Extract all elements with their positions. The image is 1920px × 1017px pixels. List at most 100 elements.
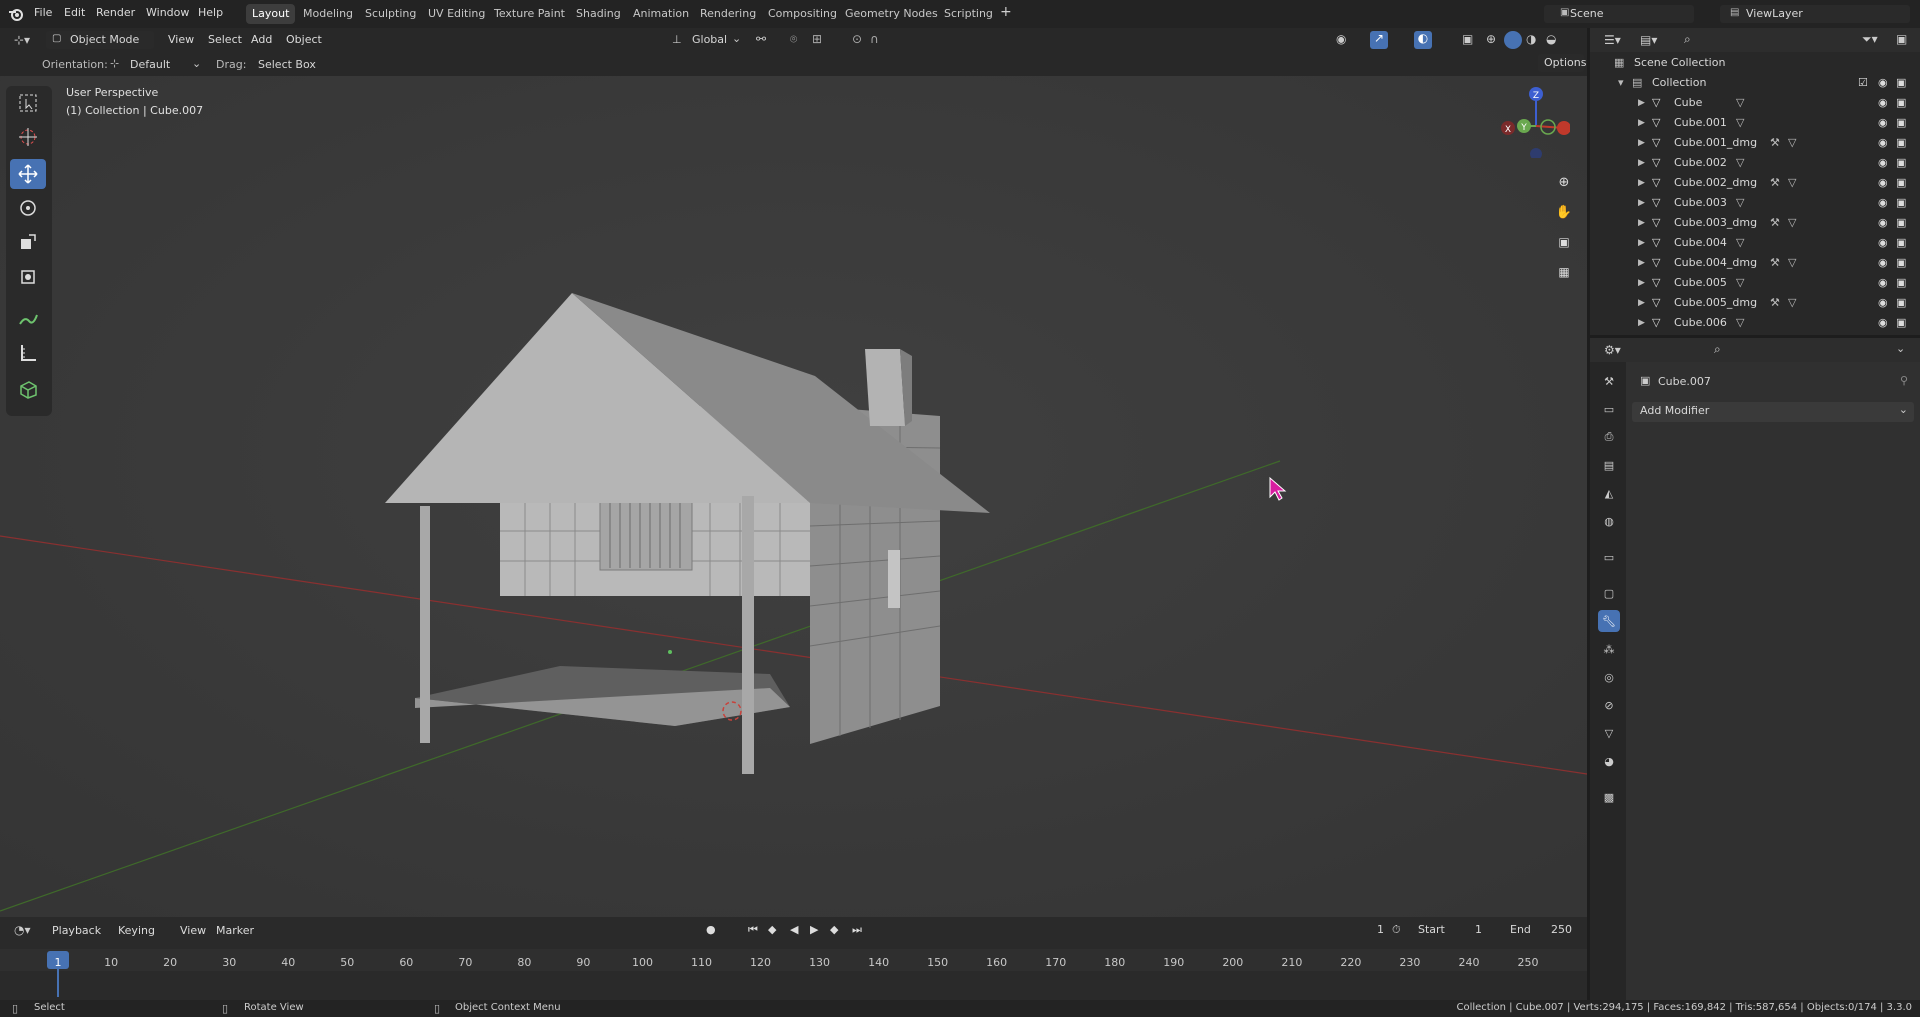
next-keyframe-icon[interactable]: ◆ bbox=[830, 923, 838, 936]
tab-layout[interactable]: Layout bbox=[246, 4, 296, 24]
mesh-data-icon[interactable]: ▽ bbox=[1736, 316, 1744, 329]
tab-modeling[interactable]: Modeling bbox=[297, 4, 359, 24]
tab-uv-editing[interactable]: UV Editing bbox=[422, 4, 491, 24]
outliner-object-row[interactable]: ▶ ▽ Cube.004 ▽ ◉ ▣ bbox=[1590, 233, 1920, 253]
modifier-wrench-icon[interactable]: ⚒ bbox=[1770, 256, 1780, 269]
expand-arrow-icon[interactable]: ▶ bbox=[1638, 298, 1645, 308]
outliner-editor-icon[interactable]: ☰▾ bbox=[1604, 33, 1621, 47]
expand-arrow-icon[interactable]: ▶ bbox=[1638, 158, 1645, 168]
tab-shading[interactable]: Shading bbox=[570, 4, 627, 24]
outliner-object-row[interactable]: ▶ ▽ Cube.001_dmg ⚒ ▽ ◉ ▣ bbox=[1590, 133, 1920, 153]
add-cube-tool[interactable] bbox=[10, 374, 46, 404]
tab-render[interactable]: ▭ bbox=[1598, 398, 1620, 420]
mode-selector[interactable]: Object Mode bbox=[46, 31, 154, 49]
cursor-tool[interactable] bbox=[10, 122, 46, 152]
tab-compositing[interactable]: Compositing bbox=[762, 4, 843, 24]
render-camera-icon[interactable]: ▣ bbox=[1896, 156, 1906, 169]
xray-icon[interactable]: ▣ bbox=[1462, 32, 1473, 46]
rendered-shading-icon[interactable]: ◒ bbox=[1546, 32, 1556, 46]
select-box-tool[interactable] bbox=[10, 88, 46, 118]
stopwatch-icon[interactable]: ⏱ bbox=[1392, 923, 1401, 937]
mesh-data-icon[interactable]: ▽ bbox=[1788, 296, 1796, 309]
expand-arrow-icon[interactable]: ▶ bbox=[1638, 238, 1645, 248]
pivot-icon[interactable]: ⚯ bbox=[756, 32, 766, 46]
filter-icon[interactable]: ⏷▾ bbox=[1862, 32, 1878, 47]
annotate-tool[interactable] bbox=[10, 304, 46, 334]
eye-icon[interactable]: ◉ bbox=[1878, 156, 1888, 169]
vp-menu-object[interactable]: Object bbox=[286, 33, 322, 46]
material-shading-icon[interactable]: ◑ bbox=[1526, 32, 1536, 46]
eye-icon[interactable]: ◉ bbox=[1878, 236, 1888, 249]
menu-file[interactable]: File bbox=[34, 6, 52, 19]
outliner-collection[interactable]: ▾ ▤ Collection ☑ ◉ ▣ bbox=[1590, 73, 1920, 93]
render-camera-icon[interactable]: ▣ bbox=[1896, 216, 1906, 229]
menu-help[interactable]: Help bbox=[198, 6, 223, 19]
chevron-down-icon[interactable]: ⌄ bbox=[732, 32, 741, 45]
transform-space[interactable]: Global bbox=[692, 33, 727, 46]
jump-start-icon[interactable]: ⏮ bbox=[748, 923, 758, 937]
transform-tool[interactable] bbox=[10, 262, 46, 292]
mesh-data-icon[interactable]: ▽ bbox=[1788, 176, 1796, 189]
rotate-tool[interactable] bbox=[10, 193, 46, 223]
prev-keyframe-icon[interactable]: ◆ bbox=[768, 923, 776, 936]
expand-arrow-icon[interactable]: ▶ bbox=[1638, 278, 1645, 288]
end-frame-field[interactable]: End 250 bbox=[1504, 921, 1578, 939]
outliner-object-row[interactable]: ▶ ▽ Cube ▽ ◉ ▣ bbox=[1590, 93, 1920, 113]
falloff-icon[interactable]: ∩ bbox=[870, 32, 879, 46]
add-workspace-icon[interactable]: + bbox=[1000, 4, 1012, 20]
render-camera-icon[interactable]: ▣ bbox=[1896, 96, 1906, 109]
mesh-data-icon[interactable]: ▽ bbox=[1736, 276, 1744, 289]
drag-value[interactable]: Select Box bbox=[258, 58, 316, 71]
move-tool[interactable] bbox=[10, 159, 46, 189]
tab-material[interactable]: ◕ bbox=[1598, 750, 1620, 772]
tab-view-layer[interactable]: ▤ bbox=[1598, 454, 1620, 476]
timeline-menu-view[interactable]: View bbox=[180, 924, 206, 937]
camera-view-button[interactable]: ▣ bbox=[1552, 230, 1576, 254]
eye-icon[interactable]: ◉ bbox=[1878, 176, 1888, 189]
menu-render[interactable]: Render bbox=[96, 6, 135, 19]
play-reverse-icon[interactable]: ◀ bbox=[790, 923, 798, 936]
pan-button[interactable]: ✋ bbox=[1552, 200, 1576, 224]
outliner-object-row[interactable]: ▶ ▽ Cube.003_dmg ⚒ ▽ ◉ ▣ bbox=[1590, 213, 1920, 233]
tab-scripting[interactable]: Scripting bbox=[938, 4, 999, 24]
eye-icon[interactable]: ◉ bbox=[1878, 216, 1888, 229]
tab-output[interactable]: ⎙ bbox=[1598, 426, 1620, 448]
menu-edit[interactable]: Edit bbox=[64, 6, 85, 19]
ortho-toggle-button[interactable]: ▦ bbox=[1552, 260, 1576, 284]
vp-menu-add[interactable]: Add bbox=[251, 33, 272, 46]
mesh-data-icon[interactable]: ▽ bbox=[1736, 196, 1744, 209]
orientation-value[interactable]: Default bbox=[130, 58, 170, 71]
search-icon[interactable]: ⌕ bbox=[1714, 342, 1721, 357]
modifier-wrench-icon[interactable]: ⚒ bbox=[1770, 176, 1780, 189]
chevron-down-icon[interactable]: ⌄ bbox=[192, 57, 201, 70]
tab-sculpting[interactable]: Sculpting bbox=[359, 4, 422, 24]
solid-shading-icon[interactable] bbox=[1504, 31, 1522, 49]
navigation-gizmo[interactable]: Z Y X bbox=[1498, 86, 1570, 158]
eye-icon[interactable]: ◉ bbox=[1878, 96, 1888, 109]
play-icon[interactable]: ▶ bbox=[810, 923, 818, 936]
tab-physics[interactable]: ◎ bbox=[1598, 666, 1620, 688]
expand-arrow-icon[interactable]: ▶ bbox=[1638, 258, 1645, 268]
outliner-object-row[interactable]: ▶ ▽ Cube.005 ▽ ◉ ▣ bbox=[1590, 273, 1920, 293]
render-camera-icon[interactable]: ▣ bbox=[1896, 196, 1906, 209]
outliner-object-row[interactable]: ▶ ▽ Cube.004_dmg ⚒ ▽ ◉ ▣ bbox=[1590, 253, 1920, 273]
render-camera-icon[interactable]: ▣ bbox=[1896, 296, 1906, 309]
wireframe-shading-icon[interactable]: ⊕ bbox=[1486, 32, 1496, 46]
pin-icon[interactable]: ⚲ bbox=[1900, 374, 1908, 387]
timeline-menu-marker[interactable]: Marker bbox=[216, 924, 254, 937]
tab-texture-paint[interactable]: Texture Paint bbox=[488, 4, 571, 24]
tab-particles[interactable]: ⁂ bbox=[1598, 638, 1620, 660]
timeline-menu-keying[interactable]: Keying bbox=[118, 924, 155, 937]
record-icon[interactable]: ● bbox=[706, 923, 716, 936]
eye-icon[interactable]: ◉ bbox=[1878, 116, 1888, 129]
start-frame-field[interactable]: Start 1 bbox=[1412, 921, 1488, 939]
render-camera-icon[interactable]: ▣ bbox=[1896, 116, 1906, 129]
vp-menu-view[interactable]: View bbox=[168, 33, 194, 46]
outliner-object-row[interactable]: ▶ ▽ Cube.006 ▽ ◉ ▣ bbox=[1590, 313, 1920, 333]
mesh-data-icon[interactable]: ▽ bbox=[1788, 216, 1796, 229]
display-mode-icon[interactable]: ▤▾ bbox=[1640, 33, 1657, 47]
tab-constraints[interactable]: ⊘ bbox=[1598, 694, 1620, 716]
eye-icon[interactable]: ◉ bbox=[1878, 276, 1888, 289]
zoom-button[interactable]: ⊕ bbox=[1552, 170, 1576, 194]
expand-arrow-icon[interactable]: ▶ bbox=[1638, 178, 1645, 188]
